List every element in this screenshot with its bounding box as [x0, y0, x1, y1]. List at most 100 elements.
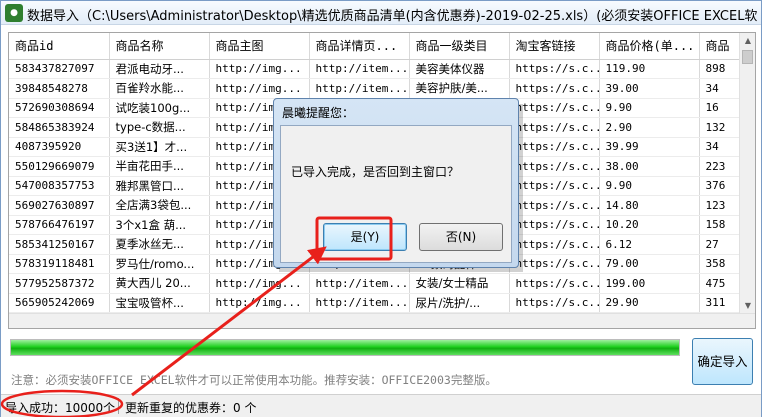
table-cell: 585341250167	[9, 234, 110, 255]
table-cell: http://img...	[209, 78, 310, 99]
table-cell: 584865383924	[9, 117, 110, 138]
table-cell: 半亩花田手...	[109, 156, 210, 177]
table-cell: 27	[699, 234, 740, 255]
table-cell: 君派电动牙...	[109, 59, 210, 79]
title-bar[interactable]: ● 数据导入（C:\Users\Administrator\Desktop\精选…	[1, 1, 761, 25]
vertical-scrollbar[interactable]: ▲ ▼	[739, 33, 755, 314]
window-title: 数据导入（C:\Users\Administrator\Desktop\精选优质…	[27, 9, 758, 24]
table-cell: 2.90	[599, 117, 700, 138]
table-cell: 女装/女士精品	[409, 273, 510, 294]
table-cell: 9.90	[599, 176, 700, 196]
table-cell: 14.80	[599, 195, 700, 216]
table-cell: 577952587372	[9, 273, 110, 294]
table-cell: 全店满3袋包...	[109, 195, 210, 216]
table-cell: 475	[699, 273, 740, 294]
table-cell: 572690308694	[9, 98, 110, 118]
horizontal-scrollbar[interactable]	[9, 313, 755, 328]
table-cell: 16	[699, 98, 740, 118]
office-note: 注意：必须安装OFFICE EXCEL软件才可以正常使用本功能。推荐安装：OFF…	[11, 373, 497, 387]
table-row[interactable]: 577952587372 黄大西儿 20... http://img... http:…	[9, 273, 740, 294]
table-cell: http://item...	[309, 293, 410, 313]
table-cell: http://item...	[309, 273, 410, 294]
table-cell: 38.00	[599, 156, 700, 177]
table-cell: 39848548278	[9, 78, 110, 99]
table-cell: 223	[699, 156, 740, 177]
table-cell: 376	[699, 176, 740, 196]
table-cell: 79.00	[599, 254, 700, 274]
table-cell: 4087395920	[9, 137, 110, 157]
table-cell: 罗马仕/romo...	[109, 254, 210, 274]
status-imported-count: 导入成功：10000个	[5, 401, 116, 415]
table-cell: http://img...	[209, 273, 310, 294]
table-cell: https://s.c...	[509, 78, 600, 99]
app-icon: ●	[5, 4, 23, 22]
scrollbar-thumb[interactable]	[742, 50, 753, 64]
column-header[interactable]: 商品名称	[109, 33, 210, 60]
dialog-message: 已导入完成，是否回到主窗口？	[291, 165, 460, 179]
table-cell: 黄大西儿 20...	[109, 273, 210, 294]
table-cell: 34	[699, 78, 740, 99]
table-cell: https://s.c...	[509, 293, 600, 313]
table-cell: 10.20	[599, 215, 700, 235]
table-row[interactable]: 565905242069 宝宝吸管杯... http://img... http://…	[9, 293, 740, 313]
column-header[interactable]: 淘宝客链接	[509, 33, 600, 60]
table-cell: http://item...	[309, 59, 410, 79]
table-cell: 547008357753	[9, 176, 110, 196]
table-cell: 39.99	[599, 137, 700, 157]
column-header[interactable]: 商品详情页...	[309, 33, 410, 60]
table-row[interactable]: 583437827097 君派电动牙... http://img... http://…	[9, 59, 740, 79]
column-header[interactable]: 商品	[699, 33, 740, 60]
table-cell: 雅邦黑管口...	[109, 176, 210, 196]
table-cell: 311	[699, 293, 740, 313]
table-cell: 试吃装100g...	[109, 98, 210, 118]
confirm-import-button[interactable]: 确定导入	[692, 338, 753, 385]
table-cell: 29.90	[599, 293, 700, 313]
table-cell: https://s.c...	[509, 59, 600, 79]
table-cell: 买3送1】才...	[109, 137, 210, 157]
table-cell: http://img...	[209, 293, 310, 313]
table-cell: 宝宝吸管杯...	[109, 293, 210, 313]
table-row[interactable]: 39848548278 百雀羚水能... http://img... http://i…	[9, 78, 740, 99]
table-cell: 132	[699, 117, 740, 138]
table-cell: 9.90	[599, 98, 700, 118]
table-cell: 569027630897	[9, 195, 110, 216]
table-cell: 尿片/洗护/...	[409, 293, 510, 313]
dialog-title: 晨曦提醒您：	[282, 106, 355, 120]
table-cell: https://s.c...	[509, 273, 600, 294]
table-cell: 39.00	[599, 78, 700, 99]
table-cell: 199.00	[599, 273, 700, 294]
table-cell: 565905242069	[9, 293, 110, 313]
table-cell: 583437827097	[9, 59, 110, 79]
table-cell: 34	[699, 137, 740, 157]
table-header-row: 商品id 商品名称 商品主图 商品详情页... 商品一级类目 淘宝客链接 商品价格(单...…	[9, 33, 740, 60]
table-cell: 550129669079	[9, 156, 110, 177]
scroll-down-icon[interactable]: ▼	[740, 298, 755, 314]
column-header[interactable]: 商品一级类目	[409, 33, 510, 60]
table-cell: http://item...	[309, 78, 410, 99]
yes-button[interactable]: 是(Y)	[323, 223, 407, 251]
table-cell: 358	[699, 254, 740, 274]
no-button[interactable]: 否(N)	[419, 223, 503, 251]
table-cell: type-c数据...	[109, 117, 210, 138]
status-bar: 导入成功：10000个 更新重复的优惠券：0 个	[1, 394, 761, 417]
table-cell: 3个x1盒 葫...	[109, 215, 210, 235]
status-separator	[118, 398, 119, 414]
table-cell: 898	[699, 59, 740, 79]
dialog-body: 已导入完成，是否回到主窗口？ 是(Y) 否(N)	[280, 125, 512, 263]
table-cell: 美容护肤/美...	[409, 78, 510, 99]
table-cell: 158	[699, 215, 740, 235]
column-header[interactable]: 商品id	[9, 33, 110, 60]
table-cell: 119.90	[599, 59, 700, 79]
table-cell: 578319118481	[9, 254, 110, 274]
table-cell: http://img...	[209, 59, 310, 79]
table-cell: 123	[699, 195, 740, 216]
column-header[interactable]: 商品主图	[209, 33, 310, 60]
scroll-up-icon[interactable]: ▲	[740, 33, 755, 49]
table-cell: 美容美体仪器	[409, 59, 510, 79]
table-cell: 578766476197	[9, 215, 110, 235]
import-progress-bar	[10, 339, 680, 356]
progress-fill	[11, 340, 679, 355]
table-cell: 夏季冰丝无...	[109, 234, 210, 255]
status-duplicate-count: 更新重复的优惠券：0 个	[125, 401, 257, 415]
column-header[interactable]: 商品价格(单...	[599, 33, 700, 60]
